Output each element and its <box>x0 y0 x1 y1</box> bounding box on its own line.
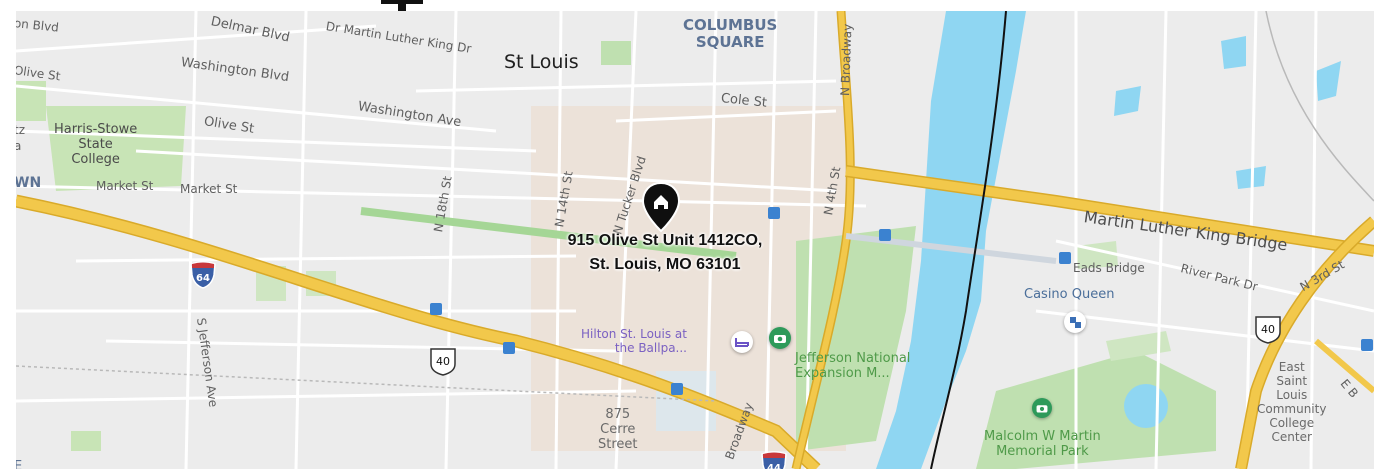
place-label-line: Center <box>1271 430 1312 444</box>
city-label: St Louis <box>504 51 579 73</box>
place-label-line: Cerre <box>600 422 636 437</box>
place-harris-stowe[interactable]: Harris-Stowe State College <box>54 122 137 167</box>
park-label-line: Memorial Park <box>996 444 1089 459</box>
place-label-line: East <box>1278 360 1305 374</box>
lake <box>1114 86 1141 116</box>
park-jefferson-national-label[interactable]: Jefferson National Expansion M... <box>795 351 910 381</box>
address-line-1: 915 Olive St Unit 1412CO, <box>567 232 763 249</box>
park-label-line: Expansion M... <box>795 366 890 381</box>
park-label-line: Jefferson National <box>795 351 911 366</box>
home-pin-icon[interactable] <box>641 181 681 233</box>
place-label-line: Harris-Stowe <box>54 122 138 137</box>
transit-icon[interactable] <box>503 342 515 354</box>
district-label-partial: WN <box>16 175 42 191</box>
address-label: 915 Olive St Unit 1412CO, St. Louis, MO … <box>525 229 805 277</box>
casino-icon[interactable] <box>1064 311 1086 333</box>
transit-icon[interactable] <box>1059 252 1071 264</box>
place-east-st-louis-college[interactable]: East Saint Louis Community College Cente… <box>1257 360 1326 444</box>
street-label: Market St <box>96 179 154 193</box>
place-label-line: State <box>78 137 113 152</box>
district-label-columbus-square: COLUMBUS SQUARE <box>683 17 777 51</box>
address-line-2: St. Louis, MO 63101 <box>589 256 741 273</box>
place-label-line: Louis <box>1276 388 1308 402</box>
place-label-line: Community <box>1257 402 1327 416</box>
shield-number: 40 <box>436 355 450 368</box>
street-label-partial: E <box>16 459 23 469</box>
pond <box>1124 384 1168 428</box>
transit-icon[interactable] <box>768 207 780 219</box>
shield-number: 40 <box>1261 323 1275 336</box>
poi-hilton[interactable]: Hilton St. Louis at the Ballpa... <box>581 327 687 355</box>
street-label: tz <box>16 123 26 137</box>
park-malcolm-martin-label[interactable]: Malcolm W Martin Memorial Park <box>984 429 1101 459</box>
district-label-line: SQUARE <box>695 33 765 51</box>
transit-icon[interactable] <box>1361 339 1373 351</box>
lake <box>1316 61 1341 101</box>
shield-number: 64 <box>196 273 210 284</box>
hotel-icon[interactable] <box>731 331 753 353</box>
park-area <box>601 41 631 65</box>
poi-label-line: Hilton St. Louis at <box>581 327 687 341</box>
place-label-line: Street <box>598 437 638 452</box>
shield-number: 44 <box>767 463 781 469</box>
lake <box>1221 36 1246 69</box>
place-casino-queen[interactable]: Casino Queen <box>1024 287 1114 302</box>
street-label: N Broadway <box>838 23 855 97</box>
park-area <box>71 431 101 451</box>
attraction-icon[interactable] <box>1032 398 1052 418</box>
street-label: Market St <box>180 182 238 196</box>
place-label-line: College <box>1269 416 1315 430</box>
attraction-icon[interactable] <box>769 327 791 349</box>
place-label-line: College <box>71 152 120 167</box>
rail-track <box>1265 11 1374 202</box>
place-label-line: Saint <box>1276 374 1308 388</box>
park-label-line: Malcolm W Martin <box>984 429 1101 444</box>
poi-label-line: the Ballpa... <box>614 341 687 355</box>
transit-icon[interactable] <box>671 383 683 395</box>
place-label-line: 875 <box>605 407 631 422</box>
street-label: Eads Bridge <box>1073 261 1145 275</box>
place-cerre-street[interactable]: 875 Cerre Street <box>598 407 638 452</box>
transit-icon[interactable] <box>430 303 442 315</box>
transit-icon[interactable] <box>879 229 891 241</box>
street-label: a <box>16 139 22 153</box>
district-label-line: COLUMBUS <box>683 16 778 34</box>
